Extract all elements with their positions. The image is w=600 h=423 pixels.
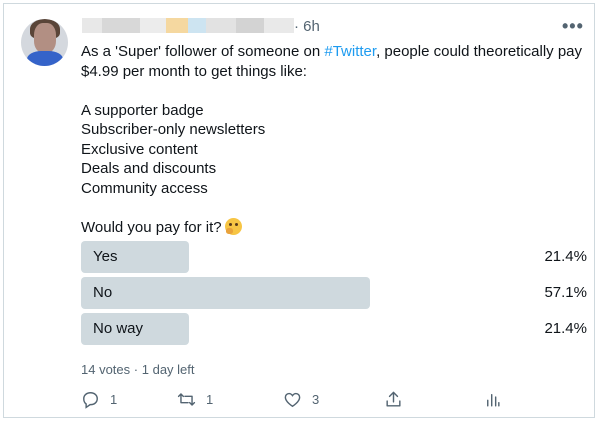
poll-percent-yes: 21.4% bbox=[544, 248, 587, 265]
reply-button[interactable]: 1 bbox=[81, 390, 117, 409]
like-count: 3 bbox=[312, 392, 320, 407]
avatar[interactable] bbox=[21, 19, 68, 66]
retweet-icon bbox=[177, 393, 196, 406]
poll-time-left: 1 day left bbox=[141, 362, 195, 377]
tweet-line-benefit-3: Exclusive content bbox=[81, 140, 198, 158]
tweet-actions: 1 1 3 bbox=[81, 390, 501, 412]
poll-bar-no bbox=[81, 277, 370, 309]
reply-icon bbox=[83, 392, 98, 409]
like-button[interactable]: 3 bbox=[283, 390, 319, 409]
share-button[interactable] bbox=[384, 390, 403, 409]
tweet-line-1: As a 'Super' follower of someone on #Twi… bbox=[81, 42, 591, 62]
poll-votes: 14 votes bbox=[81, 362, 131, 377]
thinking-face-icon bbox=[224, 217, 242, 235]
poll-percent-no-way: 21.4% bbox=[544, 320, 587, 337]
tweet-line-benefit-2: Subscriber-only newsletters bbox=[81, 121, 266, 138]
poll-percent-no: 57.1% bbox=[544, 284, 587, 301]
like-icon bbox=[284, 392, 301, 408]
share-icon bbox=[386, 391, 401, 407]
tweet-question: Would you pay for it? bbox=[81, 217, 591, 238]
tweet-text: As a 'Super' follower of someone on #Twi… bbox=[81, 42, 591, 237]
retweet-count: 1 bbox=[206, 392, 214, 407]
poll-option-no: No 57.1% bbox=[81, 277, 587, 309]
tweet-blank-line-2 bbox=[81, 198, 591, 218]
avatar-face bbox=[34, 23, 56, 53]
tweet-timestamp[interactable]: · 6h bbox=[294, 18, 320, 35]
more-options-icon[interactable]: ••• bbox=[562, 16, 584, 37]
tweet-time[interactable]: 6h bbox=[303, 18, 320, 35]
poll-option-no-way: No way 21.4% bbox=[81, 313, 587, 345]
tweet-card[interactable]: · 6h ••• As a 'Super' follower of someon… bbox=[3, 3, 595, 418]
poll-separator: · bbox=[133, 362, 139, 377]
tweet-line-2: $4.99 per month to get things like: bbox=[81, 62, 307, 80]
tweet-line-benefit-5: Community access bbox=[81, 179, 208, 197]
tweet-line-1-suffix: , people could theoretically pay bbox=[376, 43, 583, 60]
hashtag-link[interactable]: #Twitter bbox=[324, 43, 376, 60]
poll-label-no-way: No way bbox=[93, 320, 144, 337]
poll-label-no: No bbox=[93, 284, 113, 301]
poll-label-yes: Yes bbox=[93, 248, 118, 265]
reply-count: 1 bbox=[110, 392, 118, 407]
question-text: Would you pay for it? bbox=[81, 218, 222, 236]
retweet-button[interactable]: 1 bbox=[177, 390, 213, 409]
tweet-line-benefit-4: Deals and discounts bbox=[81, 160, 217, 177]
poll-meta: 14 votes · 1 day left bbox=[81, 362, 195, 377]
analytics-icon bbox=[487, 394, 500, 407]
tweet-line-1-prefix: As a 'Super' follower of someone on bbox=[81, 43, 325, 60]
analytics-button[interactable] bbox=[483, 390, 502, 409]
author-name-blurred[interactable] bbox=[82, 18, 294, 33]
avatar-shirt bbox=[27, 51, 63, 66]
poll-option-yes: Yes 21.4% bbox=[81, 241, 587, 273]
tweet-line-benefit-1: A supporter badge bbox=[81, 101, 204, 119]
